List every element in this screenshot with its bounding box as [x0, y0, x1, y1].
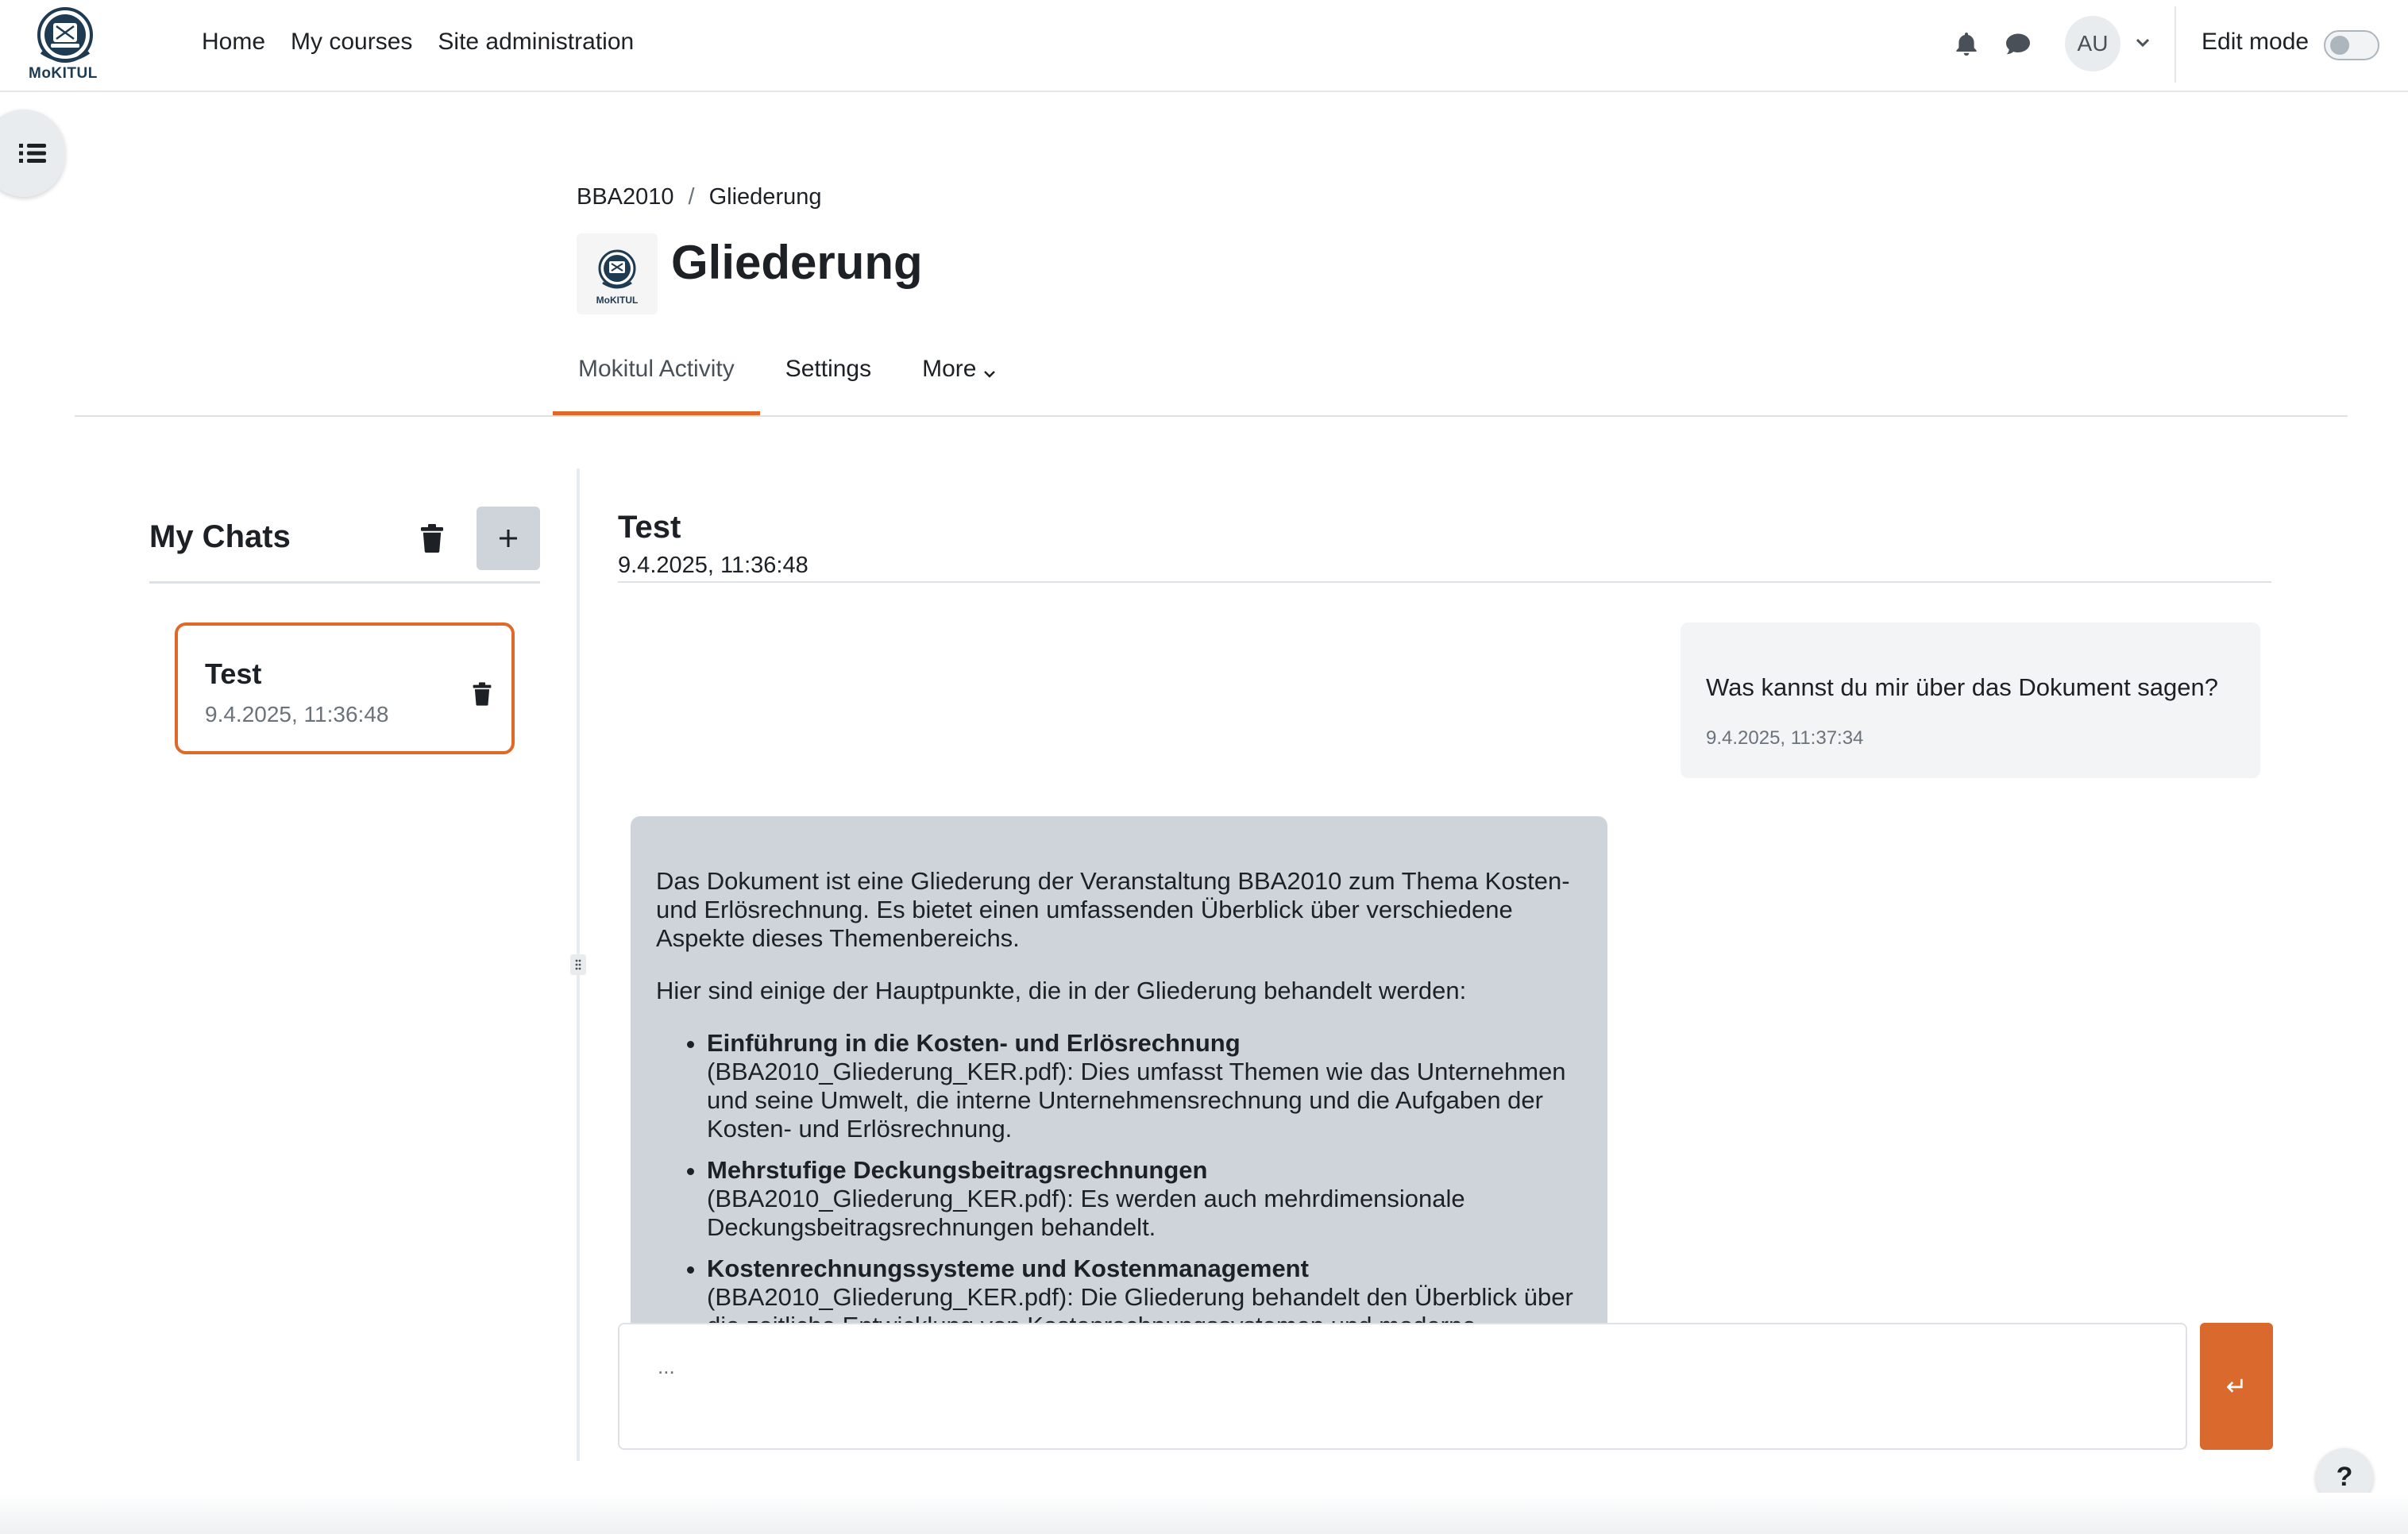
nav-my-courses[interactable]: My courses	[291, 29, 412, 56]
chats-divider	[149, 581, 540, 584]
list-item-title: Mehrstufige Deckungsbeitragsrechnungen	[707, 1156, 1208, 1184]
chat-item-title: Test	[205, 657, 262, 690]
breadcrumb: BBA2010 / Gliederung	[577, 184, 821, 210]
toggle-knob	[2330, 36, 2349, 55]
nav-home[interactable]: Home	[202, 29, 265, 56]
secondary-navigation: Mokitul Activity Settings More	[553, 341, 1022, 416]
breadcrumb-activity[interactable]: Gliederung	[709, 184, 822, 210]
list-item-title: Einführung in die Kosten- und Erlösrechn…	[707, 1029, 1241, 1057]
chevron-down-icon	[984, 371, 996, 378]
activity-icon-text: MoKITUL	[596, 295, 639, 306]
primary-navigation: Home My courses Site administration	[202, 29, 634, 56]
chat-item-date: 9.4.2025, 11:36:48	[205, 702, 389, 727]
user-message-bubble: Was kannst du mir über das Dokument sage…	[1681, 622, 2260, 778]
user-message-text: Was kannst du mir über das Dokument sage…	[1706, 673, 2219, 701]
tab-more-label: More	[922, 356, 977, 382]
footer-shade	[0, 1493, 2408, 1534]
assistant-list-item: Kostenrechnungssysteme und Kostenmanagem…	[707, 1255, 1585, 1324]
delete-chat-trash-icon[interactable]	[472, 681, 492, 707]
plus-icon	[500, 530, 517, 547]
list-item-text: (BBA2010_Gliederung_KER.pdf): Es werden …	[707, 1185, 1465, 1241]
chevron-down-icon[interactable]	[2133, 35, 2152, 51]
message-input-placeholder: ...	[658, 1355, 675, 1378]
splitter-drag-handle-icon[interactable]	[570, 954, 586, 975]
tab-settings[interactable]: Settings	[760, 341, 897, 416]
assistant-message-bubble: Das Dokument ist eine Gliederung der Ver…	[631, 816, 1607, 1324]
list-item-title: Kostenrechnungssysteme und Kostenmanagem…	[707, 1255, 1309, 1282]
assistant-paragraph: Hier sind einige der Hauptpunkte, die in…	[656, 977, 1467, 1004]
edit-mode-label: Edit mode	[2202, 29, 2310, 55]
chat-list-item[interactable]: Test 9.4.2025, 11:36:48	[175, 622, 515, 754]
activity-icon: MoKITUL	[577, 233, 658, 314]
send-button[interactable]: ↵	[2200, 1323, 2273, 1450]
user-avatar[interactable]: AU	[2065, 16, 2121, 71]
breadcrumb-separator: /	[688, 184, 695, 210]
conversation-title: Test	[618, 510, 681, 545]
tab-more[interactable]: More	[897, 341, 1022, 416]
top-navbar: MoKITUL Home My courses Site administrat…	[0, 0, 2408, 92]
page-title: Gliederung	[671, 236, 923, 289]
edit-mode-toggle[interactable]	[2324, 30, 2379, 60]
message-input[interactable]: ...	[618, 1323, 2187, 1450]
nav-site-administration[interactable]: Site administration	[438, 29, 634, 56]
tab-mokitul-activity[interactable]: Mokitul Activity	[553, 341, 760, 416]
user-message-time: 9.4.2025, 11:37:34	[1706, 727, 1864, 749]
assistant-list-item: Mehrstufige Deckungsbeitragsrechnungen (…	[707, 1156, 1585, 1242]
navbar-divider	[2175, 6, 2176, 83]
conversation-date: 9.4.2025, 11:36:48	[618, 553, 808, 578]
notifications-bell-icon[interactable]	[1952, 30, 1981, 59]
assistant-list-item: Einführung in die Kosten- und Erlösrechn…	[707, 1029, 1585, 1143]
messages-chat-icon[interactable]	[2003, 30, 2033, 59]
header-divider	[75, 415, 2348, 417]
mokitul-activity-icon: MoKITUL	[596, 249, 639, 306]
assistant-paragraph: Das Dokument ist eine Gliederung der Ver…	[656, 867, 1570, 952]
assistant-message-content: Das Dokument ist eine Gliederung der Ver…	[656, 867, 1585, 1324]
list-item-text: (BBA2010_Gliederung_KER.pdf): Die Gliede…	[707, 1283, 1573, 1324]
course-index-drawer-button[interactable]	[0, 110, 65, 197]
breadcrumb-course[interactable]: BBA2010	[577, 184, 674, 210]
enter-icon: ↵	[2225, 1372, 2248, 1401]
delete-all-chats-trash-icon[interactable]	[419, 524, 445, 553]
assistant-list: Einführung in die Kosten- und Erlösrechn…	[707, 1029, 1585, 1324]
list-item-text: (BBA2010_Gliederung_KER.pdf): Dies umfas…	[707, 1058, 1566, 1143]
list-icon	[19, 144, 46, 163]
conversation-divider	[618, 581, 2271, 583]
new-chat-button[interactable]	[477, 507, 540, 570]
logo-text: MoKITUL	[29, 65, 98, 82]
my-chats-title: My Chats	[149, 519, 291, 554]
